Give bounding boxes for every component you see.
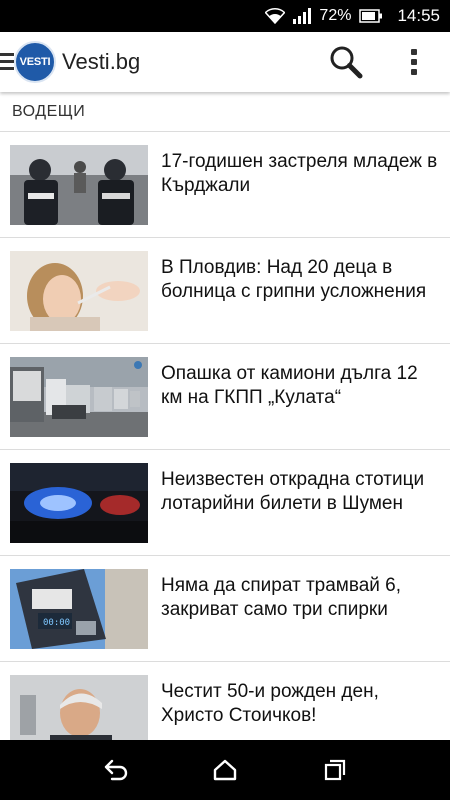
app-logo[interactable]: VESTI (14, 41, 56, 83)
police-photo (10, 145, 148, 225)
svg-text:00:00: 00:00 (43, 618, 70, 628)
news-item[interactable]: 17-годишен застреля младеж в Кърджали (0, 132, 450, 238)
clock: 14:55 (397, 6, 440, 25)
battery-percent: 72% (319, 7, 352, 24)
signal-icon (293, 8, 312, 24)
sick-child-photo (10, 251, 148, 331)
news-title: Няма да спират трамвай 6, закриват само … (161, 575, 402, 620)
app-title: Vesti.bg (62, 49, 141, 74)
search-icon[interactable] (328, 44, 364, 80)
ticket-machine-photo: 00:00 (10, 569, 148, 649)
news-list: 17-годишен застреля младеж в Кърджали В … (0, 132, 450, 768)
status-bar: 72% 14:55 (0, 0, 450, 32)
more-vert-icon[interactable] (400, 44, 428, 80)
news-item[interactable]: 00:00 Няма да спират трамвай 6, закриват… (0, 556, 450, 662)
news-item[interactable]: Опашка от камиони дълга 12 км на ГКПП „К… (0, 344, 450, 450)
news-title: Честит 50-и рожден ден, Христо Стоичков! (161, 681, 379, 726)
menu-icon[interactable] (0, 53, 14, 71)
news-item[interactable]: В Пловдив: Над 20 деца в болница с грипн… (0, 238, 450, 344)
news-title: Неизвестен открадна стотици лотарийни би… (161, 469, 425, 514)
nav-bar (0, 740, 450, 800)
news-title: Опашка от камиони дълга 12 км на ГКПП „К… (161, 363, 418, 408)
news-item[interactable]: Неизвестен открадна стотици лотарийни би… (0, 450, 450, 556)
recents-icon[interactable] (315, 750, 355, 790)
police-light-photo (10, 463, 148, 543)
news-title: В Пловдив: Над 20 деца в болница с грипн… (161, 257, 427, 302)
trucks-photo (10, 357, 148, 437)
section-title: ВОДЕЩИ (0, 92, 450, 132)
back-icon[interactable] (95, 750, 135, 790)
wifi-icon (265, 8, 286, 24)
app-bar: VESTI Vesti.bg (0, 32, 450, 92)
battery-icon (359, 9, 383, 23)
home-icon[interactable] (205, 750, 245, 790)
news-title: 17-годишен застреля младеж в Кърджали (161, 151, 438, 196)
